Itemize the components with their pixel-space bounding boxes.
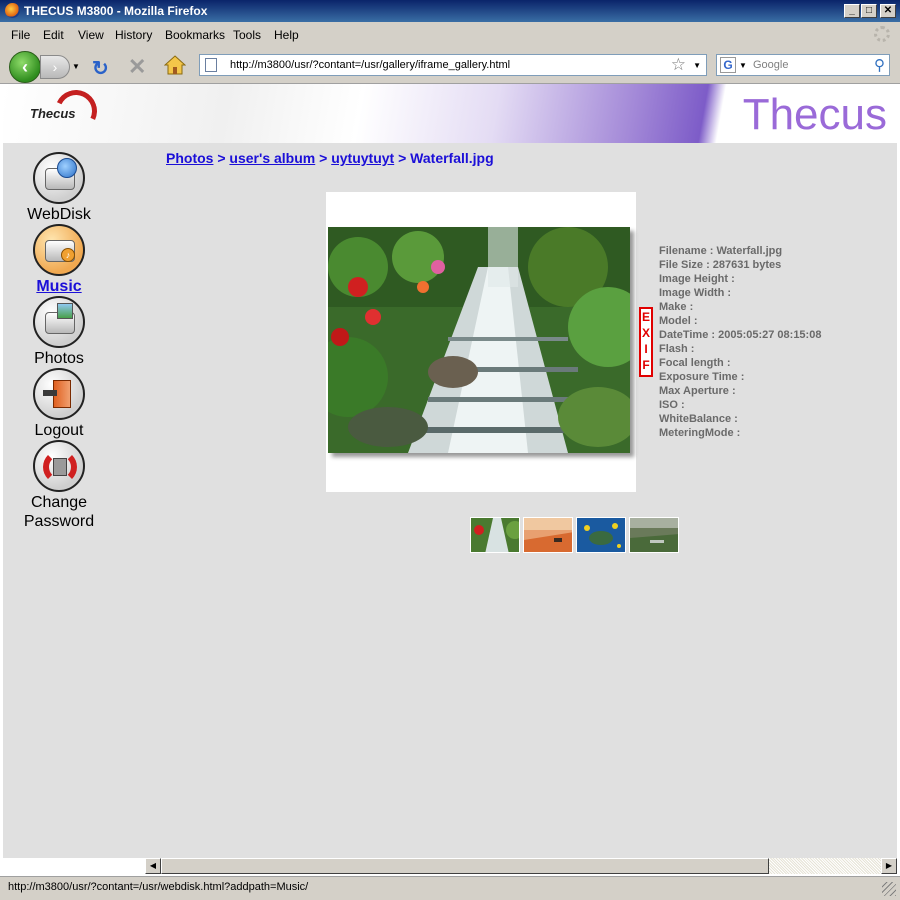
history-dropdown-icon[interactable]: ▼ bbox=[70, 55, 82, 79]
sidebar-item-change-password[interactable]: Change Password bbox=[15, 440, 103, 531]
minimize-button[interactable]: _ bbox=[844, 4, 860, 18]
exif-file-size: File Size : 287631 bytes bbox=[659, 259, 782, 271]
exif-metering-mode: MeteringMode : bbox=[659, 427, 741, 439]
resize-grip-icon[interactable] bbox=[882, 882, 896, 896]
sidebar-item-label[interactable]: Change Password bbox=[15, 493, 103, 531]
thecus-logo: Thecus bbox=[25, 84, 103, 138]
scroll-right-arrow-icon[interactable]: ▶ bbox=[881, 858, 897, 874]
reload-icon[interactable]: ↻ bbox=[92, 56, 109, 81]
sidebar-item-photos[interactable]: Photos bbox=[15, 296, 103, 368]
photos-icon[interactable] bbox=[33, 296, 85, 348]
url-bar[interactable]: http://m3800/usr/?contant=/usr/gallery/i… bbox=[199, 54, 707, 76]
desert-thumbnail[interactable] bbox=[523, 517, 573, 553]
exif-tab-letter: I bbox=[644, 342, 648, 356]
exif-focal-length: Focal length : bbox=[659, 357, 731, 369]
close-button[interactable]: ✕ bbox=[880, 4, 896, 18]
menu-bookmarks[interactable]: Bookmarks bbox=[165, 28, 225, 42]
page-icon bbox=[205, 58, 217, 72]
search-input[interactable]: Google bbox=[753, 59, 788, 71]
exif-white-balance: WhiteBalance : bbox=[659, 413, 738, 425]
status-bar: http://m3800/usr/?contant=/usr/webdisk.h… bbox=[0, 876, 900, 900]
page-content: Thecus Thecus WebDisk ♪ Music Photos Log… bbox=[3, 84, 897, 858]
exif-flash: Flash : bbox=[659, 343, 695, 355]
search-engine-dropdown-icon[interactable]: ▼ bbox=[739, 61, 747, 70]
exif-tab-letter: F bbox=[642, 358, 650, 372]
exif-tab[interactable]: EXIF bbox=[639, 307, 653, 377]
sidebar-item-music[interactable]: ♪ Music bbox=[15, 224, 103, 296]
exif-image-height: Image Height : bbox=[659, 273, 735, 285]
exif-datetime: DateTime : 2005:05:27 08:15:08 bbox=[659, 329, 822, 341]
sidebar-item-logout[interactable]: Logout bbox=[15, 368, 103, 440]
stop-icon[interactable]: ✕ bbox=[128, 54, 146, 80]
logo-text: Thecus bbox=[30, 106, 76, 121]
forward-button[interactable]: › bbox=[40, 55, 70, 79]
back-button[interactable]: ‹ bbox=[9, 51, 41, 83]
waterfall-thumbnail[interactable] bbox=[470, 517, 520, 553]
thecus-header: Thecus Thecus bbox=[3, 84, 897, 143]
sidebar-item-label[interactable]: Music bbox=[15, 277, 103, 296]
sidebar-item-label[interactable]: WebDisk bbox=[15, 205, 103, 224]
menu-view[interactable]: View bbox=[78, 28, 104, 42]
search-engine-icon[interactable]: G bbox=[720, 57, 736, 73]
breadcrumb-current: Waterfall.jpg bbox=[410, 150, 494, 166]
waterfall-photo[interactable] bbox=[328, 227, 630, 453]
exif-info: Filename : Waterfall.jpg File Size : 287… bbox=[659, 244, 821, 440]
status-text: http://m3800/usr/?contant=/usr/webdisk.h… bbox=[8, 881, 309, 893]
exif-tab-letter: E bbox=[641, 310, 650, 324]
bookmark-star-icon[interactable]: ☆ bbox=[671, 55, 686, 75]
menu-bar: File Edit View History Bookmarks Tools H… bbox=[0, 22, 900, 46]
menu-edit[interactable]: Edit bbox=[43, 28, 64, 42]
breadcrumb-album-link[interactable]: user's album bbox=[229, 150, 315, 166]
change-password-icon[interactable] bbox=[33, 440, 85, 492]
sidebar-item-label[interactable]: Photos bbox=[15, 349, 103, 368]
exif-filename: Filename : Waterfall.jpg bbox=[659, 245, 783, 257]
menu-history[interactable]: History bbox=[115, 28, 152, 42]
menu-file[interactable]: File bbox=[11, 28, 30, 42]
scroll-left-arrow-icon[interactable]: ◀ bbox=[145, 858, 161, 874]
breadcrumb: Photos > user's album > uytuytuyt > Wate… bbox=[166, 150, 494, 166]
url-text[interactable]: http://m3800/usr/?contant=/usr/gallery/i… bbox=[230, 59, 510, 71]
logout-icon[interactable] bbox=[33, 368, 85, 420]
exif-make: Make : bbox=[659, 301, 694, 313]
throbber-icon bbox=[874, 26, 890, 42]
search-bar[interactable]: G ▼ Google ⚲ bbox=[716, 54, 890, 76]
exif-image-width: Image Width : bbox=[659, 287, 732, 299]
window-titlebar: THECUS M3800 - Mozilla Firefox _ □ ✕ bbox=[0, 0, 900, 22]
navigation-toolbar: ‹ › ▼ ↻ ✕ http://m3800/usr/?contant=/usr… bbox=[0, 46, 900, 84]
url-dropdown-icon[interactable]: ▼ bbox=[693, 61, 701, 70]
exif-iso: ISO : bbox=[659, 399, 685, 411]
exif-max-aperture: Max Aperture : bbox=[659, 385, 736, 397]
search-icon[interactable]: ⚲ bbox=[874, 56, 885, 74]
exif-exposure-time: Exposure Time : bbox=[659, 371, 745, 383]
maximize-button[interactable]: □ bbox=[861, 4, 877, 18]
window-title: THECUS M3800 - Mozilla Firefox bbox=[24, 4, 208, 18]
breadcrumb-folder-link[interactable]: uytuytuyt bbox=[331, 150, 394, 166]
music-icon[interactable]: ♪ bbox=[33, 224, 85, 276]
landscape-thumbnail[interactable] bbox=[629, 517, 679, 553]
sidebar-item-webdisk[interactable]: WebDisk bbox=[15, 152, 103, 224]
exif-model: Model : bbox=[659, 315, 698, 327]
sidebar-item-label[interactable]: Logout bbox=[15, 421, 103, 440]
menu-tools[interactable]: Tools bbox=[233, 28, 261, 42]
brand-title: Thecus bbox=[742, 90, 887, 139]
menu-help[interactable]: Help bbox=[274, 28, 299, 42]
firefox-icon bbox=[5, 3, 20, 18]
horizontal-scrollbar[interactable]: ◀ ▶ bbox=[145, 858, 897, 874]
home-icon[interactable] bbox=[164, 55, 186, 75]
scrollbar-thumb[interactable] bbox=[161, 858, 769, 874]
webdisk-icon[interactable] bbox=[33, 152, 85, 204]
photo-frame bbox=[326, 192, 636, 492]
breadcrumb-photos-link[interactable]: Photos bbox=[166, 150, 213, 166]
sea-turtle-thumbnail[interactable] bbox=[576, 517, 626, 553]
exif-tab-letter: X bbox=[641, 326, 650, 340]
